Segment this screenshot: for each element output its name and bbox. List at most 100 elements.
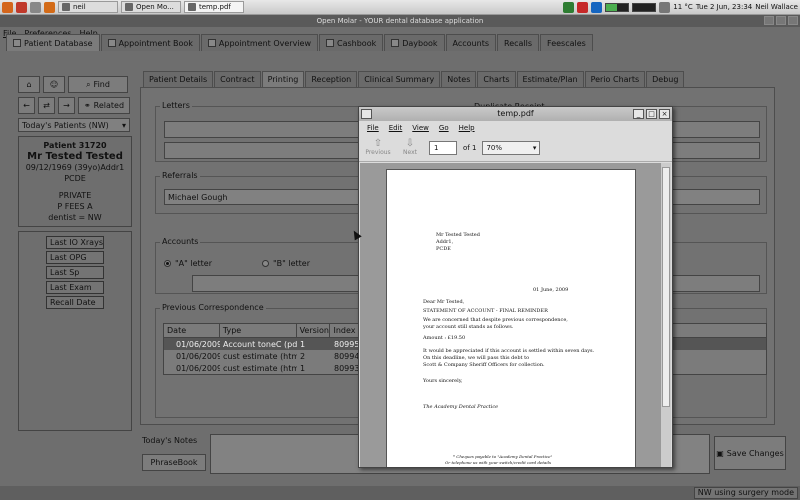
tab-appointment-overview[interactable]: Appointment Overview bbox=[200, 34, 318, 51]
tab-charts[interactable]: Charts bbox=[477, 71, 516, 87]
zoom-select[interactable]: 70% ▾ bbox=[482, 140, 541, 155]
home-icon: ⌂ bbox=[26, 80, 32, 89]
last-opg-button[interactable]: Last OPG bbox=[46, 251, 104, 264]
tab-clinical-summary[interactable]: Clinical Summary bbox=[358, 71, 441, 87]
letters-label: Letters bbox=[160, 101, 192, 110]
date-buttons: Last IO Xrays Last OPG Last Sp Last Exam… bbox=[18, 231, 132, 431]
tab-reception[interactable]: Reception bbox=[305, 71, 358, 87]
tab-accounts[interactable]: Accounts bbox=[445, 34, 496, 51]
patient-list-select[interactable]: Today's Patients (NW) ▾ bbox=[18, 118, 130, 132]
pdf-titlebar[interactable]: temp.pdf _ □ × bbox=[359, 107, 672, 121]
page-number-input[interactable]: 1 bbox=[429, 140, 457, 155]
radio-b-letter[interactable]: "B" letter bbox=[262, 259, 310, 268]
patient-sidebar: ⌂ ☺ ⌕ Find ← ⇄ → ⚭ Related Today's Patient… bbox=[18, 76, 132, 431]
pdf-menu-view[interactable]: View bbox=[412, 124, 429, 132]
tab-cashbook[interactable]: Cashbook bbox=[319, 34, 384, 51]
pdf-scrollbar[interactable] bbox=[660, 163, 671, 467]
home-button[interactable]: ⌂ bbox=[18, 76, 40, 93]
maximize-icon[interactable]: □ bbox=[646, 109, 657, 119]
last-io-xrays-button[interactable]: Last IO Xrays bbox=[46, 236, 104, 249]
taskbar-item-terminal[interactable]: neil bbox=[58, 1, 118, 13]
volume-icon[interactable] bbox=[659, 1, 671, 13]
phrasebook-button[interactable]: PhraseBook bbox=[142, 454, 206, 471]
chevron-down-icon: ▾ bbox=[532, 143, 537, 152]
arrow-left-icon: ← bbox=[23, 101, 30, 110]
window-titlebar[interactable]: Open Molar - YOUR dental database applic… bbox=[0, 15, 800, 27]
find-button[interactable]: ⌕ Find bbox=[68, 76, 128, 93]
radio-a-letter[interactable]: "A" letter bbox=[164, 259, 212, 268]
memory-monitor bbox=[632, 2, 657, 12]
tab-recalls[interactable]: Recalls bbox=[497, 34, 540, 51]
patient-summary: Patient 31720 Mr Tested Tested 09/12/196… bbox=[18, 136, 132, 227]
app-icon bbox=[125, 3, 133, 11]
next-page-button[interactable]: ⇩ Next bbox=[397, 139, 423, 157]
patient-id: Patient 31720 bbox=[43, 141, 107, 150]
pdf-menu-go[interactable]: Go bbox=[439, 124, 449, 132]
referrals-label: Referrals bbox=[160, 171, 200, 180]
clock[interactable]: Tue 2 Jun, 23:34 bbox=[696, 3, 752, 11]
weather-readout[interactable]: 11 °C bbox=[673, 3, 693, 11]
new-patient-button[interactable]: ☺ bbox=[43, 76, 65, 93]
minimize-icon[interactable] bbox=[764, 16, 774, 25]
close-icon[interactable] bbox=[788, 16, 798, 25]
arrow-up-icon: ⇧ bbox=[373, 138, 383, 149]
last-exam-button[interactable]: Last Exam bbox=[46, 281, 104, 294]
doc-signature: The Academy Dental Practice bbox=[423, 404, 499, 410]
taskbar-item-openmolar[interactable]: Open Mo... bbox=[121, 1, 181, 13]
accounts-label: Accounts bbox=[160, 237, 201, 246]
network-icon[interactable] bbox=[563, 1, 575, 13]
cpu-monitor bbox=[605, 2, 630, 12]
tab-appointment-book[interactable]: Appointment Book bbox=[100, 34, 200, 51]
pdf-menu-help[interactable]: Help bbox=[459, 124, 475, 132]
ubuntu-menu-icon[interactable] bbox=[2, 1, 13, 13]
pdf-app-icon bbox=[361, 109, 372, 119]
back-button[interactable]: ← bbox=[18, 97, 35, 114]
doc-date: 01 June, 2009 bbox=[533, 287, 569, 293]
tab-patient-details[interactable]: Patient Details bbox=[143, 71, 214, 87]
maximize-icon[interactable] bbox=[776, 16, 786, 25]
tab-estimate-plan[interactable]: Estimate/Plan bbox=[516, 71, 584, 87]
tab-patient-database[interactable]: Patient Database bbox=[6, 34, 100, 51]
column-version[interactable]: Version bbox=[297, 324, 331, 337]
tab-feescales[interactable]: Feescales bbox=[540, 34, 593, 51]
tab-daybook[interactable]: Daybook bbox=[384, 34, 445, 51]
reload-button[interactable]: ⇄ bbox=[38, 97, 55, 114]
close-icon[interactable]: × bbox=[659, 109, 670, 119]
tab-perio-charts[interactable]: Perio Charts bbox=[584, 71, 646, 87]
firefox-icon[interactable] bbox=[44, 1, 55, 13]
taskbar-item-pdf[interactable]: temp.pdf bbox=[184, 1, 244, 13]
system-tray: 11 °C Tue 2 Jun, 23:34 Neil Wallace bbox=[563, 1, 798, 13]
chevron-down-icon[interactable] bbox=[30, 1, 41, 13]
minimize-icon[interactable]: _ bbox=[633, 109, 644, 119]
person-icon: ☺ bbox=[49, 80, 59, 89]
related-button[interactable]: ⚭ Related bbox=[78, 97, 130, 114]
update-icon[interactable] bbox=[577, 1, 589, 13]
tab-printing[interactable]: Printing bbox=[261, 71, 305, 87]
terminal-icon bbox=[62, 3, 70, 11]
previous-page-button[interactable]: ⇧ Previous bbox=[365, 138, 391, 157]
launcher-icon[interactable] bbox=[16, 1, 27, 13]
tab-notes[interactable]: Notes bbox=[441, 71, 477, 87]
bluetooth-icon[interactable] bbox=[591, 1, 603, 13]
scrollbar-thumb[interactable] bbox=[662, 167, 670, 407]
status-bar: NW using surgery mode bbox=[0, 486, 800, 500]
user-menu[interactable]: Neil Wallace bbox=[755, 3, 798, 11]
pdf-toolbar: ⇧ Previous ⇩ Next 1 of 1 70% ▾ bbox=[359, 134, 672, 162]
column-date[interactable]: Date bbox=[164, 324, 220, 337]
status-text: NW using surgery mode bbox=[693, 487, 798, 499]
last-sp-button[interactable]: Last Sp bbox=[46, 266, 104, 279]
column-type[interactable]: Type bbox=[220, 324, 297, 337]
doc-salutation: Dear Mr Tested, bbox=[423, 299, 465, 305]
recall-date-button[interactable]: Recall Date bbox=[46, 296, 104, 309]
database-icon bbox=[13, 39, 21, 47]
tab-contract[interactable]: Contract bbox=[214, 71, 261, 87]
pdf-document-view[interactable]: Mr Tested Tested Addr1, PCDE 01 June, 20… bbox=[360, 163, 661, 467]
pdf-menu-file[interactable]: File bbox=[367, 124, 379, 132]
tab-debug[interactable]: Debug bbox=[646, 71, 685, 87]
arrow-right-icon: → bbox=[63, 101, 70, 110]
save-changes-button[interactable]: ▣ Save Changes bbox=[714, 436, 786, 470]
patient-name: Mr Tested Tested bbox=[27, 151, 123, 162]
doc-paragraph-line: Scott & Company Sheriff Officers for col… bbox=[423, 362, 545, 368]
pdf-menu-edit[interactable]: Edit bbox=[389, 124, 403, 132]
forward-button[interactable]: → bbox=[58, 97, 75, 114]
